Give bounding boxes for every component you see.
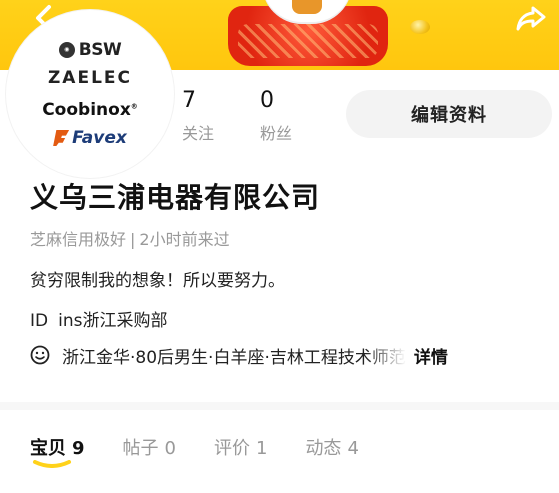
tab-posts[interactable]: 帖子 0 [123, 434, 176, 460]
text-fade [365, 342, 406, 368]
share-button[interactable] [509, 0, 553, 36]
credit-rating: 芝麻信用极好 [30, 230, 127, 249]
follow-stat[interactable]: 7 关注 [182, 88, 214, 144]
profile-info-value: 浙江金华·80后男生·白羊座·吉林工程技术师范 [62, 347, 406, 368]
separator: | [130, 230, 136, 249]
coobinox-logo-text: Coobinox [42, 100, 131, 120]
favex-logo: Favex [6, 128, 174, 150]
last-seen: 2小时前来过 [139, 230, 230, 249]
active-tab-indicator [33, 460, 71, 468]
section-divider [0, 402, 559, 410]
tab-items-label: 宝贝 [30, 438, 66, 459]
tab-activity-count: 4 [347, 438, 359, 459]
favex-logo-text: Favex [72, 128, 127, 148]
profile-info-text: 浙江金华·80后男生·白羊座·吉林工程技术师范 [62, 342, 406, 368]
tab-activity[interactable]: 动态 4 [305, 434, 358, 460]
fans-count: 0 [260, 88, 274, 113]
id-value: ins浙江采购部 [58, 311, 168, 331]
smile-icon [30, 345, 50, 365]
tab-posts-label: 帖子 [122, 438, 159, 459]
gold-coin-decoration [410, 20, 430, 34]
id-label: ID [30, 311, 49, 331]
details-link[interactable]: 详情 [414, 343, 448, 368]
bsw-emblem-icon: ◉ [58, 41, 75, 58]
shop-avatar[interactable]: ◉ BSW ZAELEC Coobinox® Favex [6, 10, 174, 178]
share-arrow-icon [516, 6, 546, 31]
cushion-pattern [238, 24, 378, 58]
lucky-cat-mark [292, 0, 322, 14]
tab-items-count: 9 [72, 438, 85, 459]
favex-emblem-icon [53, 130, 70, 146]
zaelec-logo-text: ZAELEC [47, 68, 133, 88]
credit-status-line: 芝麻信用极好 | 2小时前来过 [30, 226, 230, 250]
edit-profile-button[interactable]: 编辑资料 [346, 90, 552, 138]
company-name: 义乌三浦电器有限公司 [30, 181, 321, 214]
tab-reviews-label: 评价 [213, 438, 250, 459]
zaelec-logo: ZAELEC [6, 68, 174, 88]
follow-count: 7 [182, 88, 196, 113]
fans-label: 粉丝 [260, 124, 293, 143]
profile-bio: 贫穷限制我的想象！所以要努力。 [30, 271, 285, 291]
bsw-logo: ◉ BSW [6, 36, 174, 60]
tab-reviews[interactable]: 评价 1 [214, 434, 267, 460]
fans-stat[interactable]: 0 粉丝 [260, 88, 292, 144]
coobinox-logo: Coobinox® [42, 100, 138, 120]
bsw-logo-text: BSW [78, 39, 122, 60]
follow-label: 关注 [182, 124, 215, 143]
profile-tabs: 宝贝 9 帖子 0 评价 1 动态 4 [30, 434, 397, 460]
tab-activity-label: 动态 [305, 438, 342, 459]
tab-items[interactable]: 宝贝 9 [30, 434, 85, 460]
profile-info-line[interactable]: 浙江金华·80后男生·白羊座·吉林工程技术师范 详情 [30, 342, 555, 368]
tab-posts-count: 0 [164, 438, 176, 459]
profile-id-line: ID ins浙江采购部 [30, 306, 167, 331]
tab-reviews-count: 1 [255, 438, 268, 459]
